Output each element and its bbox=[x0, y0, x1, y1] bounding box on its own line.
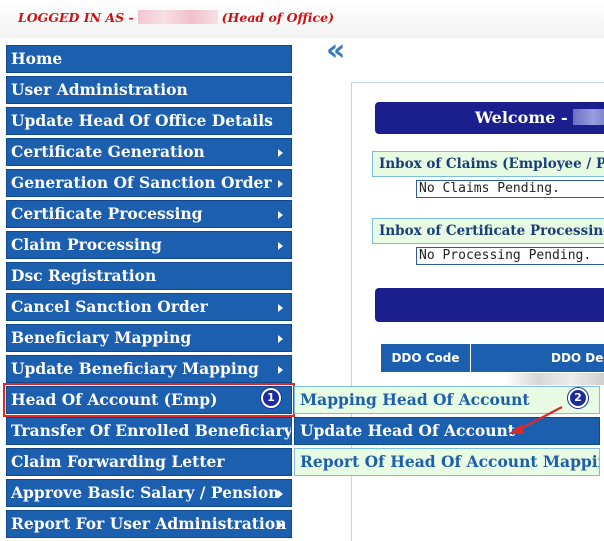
menu-item-label: Report For User Administration bbox=[11, 514, 287, 533]
menu-item-label: Generation Of Sanction Order bbox=[11, 173, 272, 192]
submenu-item-label: Mapping Head Of Account bbox=[300, 390, 530, 409]
submenu-arrow-icon bbox=[278, 366, 283, 374]
menu-item-certificate-processing[interactable]: Certificate Processing bbox=[6, 200, 292, 228]
menu-item-label: Transfer Of Enrolled Beneficiary bbox=[11, 421, 292, 440]
section-banner bbox=[375, 288, 604, 322]
submenu-item-label: Update Head Of Account bbox=[300, 421, 515, 440]
menu-item-claim-forwarding-letter[interactable]: Claim Forwarding Letter bbox=[6, 448, 292, 476]
step-badge-2: 2 bbox=[568, 388, 588, 408]
menu-item-label: Update Head Of Office Details bbox=[11, 111, 273, 130]
column-header-ddo-code: DDO Code bbox=[381, 344, 471, 372]
menu-item-approve-basic-salary[interactable]: Approve Basic Salary / Pension bbox=[6, 479, 292, 507]
menu-item-update-beneficiary-mapping[interactable]: Update Beneficiary Mapping bbox=[6, 355, 292, 383]
logged-in-prefix: LOGGED IN AS - bbox=[18, 10, 134, 25]
menu-item-transfer-enrolled-beneficiary[interactable]: Transfer Of Enrolled Beneficiary bbox=[6, 417, 292, 445]
collapse-sidebar-icon[interactable]: « bbox=[326, 36, 358, 66]
column-header-ddo-description: DDO De bbox=[551, 351, 604, 365]
redacted-username bbox=[137, 10, 218, 24]
sidebar-menu: Home User Administration Update Head Of … bbox=[3, 45, 295, 541]
red-pointer-arrow-icon bbox=[508, 406, 563, 434]
logged-in-label: LOGGED IN AS - (Head of Office) bbox=[18, 10, 334, 25]
submenu-arrow-icon bbox=[278, 242, 283, 250]
submenu-item-label: Report Of Head Of Account Mapping bbox=[300, 452, 600, 471]
submenu-arrow-icon bbox=[278, 490, 283, 498]
menu-item-report-user-administration[interactable]: Report For User Administration bbox=[6, 510, 292, 538]
user-role: (Head of Office) bbox=[221, 10, 335, 25]
submenu-item-report-head-of-account-mapping[interactable]: Report Of Head Of Account Mapping bbox=[294, 448, 600, 476]
menu-item-label: Dsc Registration bbox=[11, 266, 157, 285]
inbox-certificate-message: No Processing Pending. bbox=[416, 247, 604, 265]
menu-item-label: Beneficiary Mapping bbox=[11, 328, 192, 347]
menu-item-head-of-account-emp[interactable]: Head Of Account (Emp) bbox=[3, 383, 295, 417]
welcome-text: Welcome - bbox=[475, 108, 568, 127]
menu-item-beneficiary-mapping[interactable]: Beneficiary Mapping bbox=[6, 324, 292, 352]
menu-item-home[interactable]: Home bbox=[6, 45, 292, 73]
inbox-claims-header: Inbox of Claims (Employee / Pe bbox=[372, 151, 604, 177]
submenu-arrow-icon bbox=[278, 304, 283, 312]
inbox-certificate-header: Inbox of Certificate Processing bbox=[372, 218, 604, 244]
menu-item-label: Head Of Account (Emp) bbox=[11, 390, 218, 409]
submenu-arrow-icon bbox=[278, 180, 283, 188]
submenu-arrow-icon bbox=[278, 149, 283, 157]
redacted-table-row bbox=[505, 373, 604, 385]
menu-item-user-administration[interactable]: User Administration bbox=[6, 76, 292, 104]
menu-item-label: Home bbox=[11, 49, 63, 68]
inbox-claims-message: No Claims Pending. bbox=[416, 180, 604, 198]
step-badge-1: 1 bbox=[261, 388, 281, 408]
menu-item-label: Update Beneficiary Mapping bbox=[11, 359, 259, 378]
menu-item-dsc-registration[interactable]: Dsc Registration bbox=[6, 262, 292, 290]
menu-item-label: Claim Forwarding Letter bbox=[11, 452, 225, 471]
submenu-arrow-icon bbox=[278, 335, 283, 343]
menu-item-label: Approve Basic Salary / Pension bbox=[11, 483, 280, 502]
menu-item-label: Certificate Processing bbox=[11, 204, 203, 223]
redacted-name bbox=[573, 109, 604, 125]
submenu-arrow-icon bbox=[278, 211, 283, 219]
menu-item-certificate-generation[interactable]: Certificate Generation bbox=[6, 138, 292, 166]
welcome-banner: Welcome - bbox=[375, 102, 604, 134]
menu-item-label: Certificate Generation bbox=[11, 142, 205, 161]
menu-item-cancel-sanction-order[interactable]: Cancel Sanction Order bbox=[6, 293, 292, 321]
menu-item-label: User Administration bbox=[11, 80, 188, 99]
menu-item-claim-processing[interactable]: Claim Processing bbox=[6, 231, 292, 259]
menu-item-generation-of-sanction-order[interactable]: Generation Of Sanction Order bbox=[6, 169, 292, 197]
menu-item-label: Cancel Sanction Order bbox=[11, 297, 208, 316]
submenu-arrow-icon bbox=[278, 521, 283, 529]
top-bar: LOGGED IN AS - (Head of Office) bbox=[0, 0, 604, 38]
menu-item-update-head-of-office[interactable]: Update Head Of Office Details bbox=[6, 107, 292, 135]
ddo-table-header: DDO Code DDO De bbox=[381, 344, 604, 372]
menu-item-label: Claim Processing bbox=[11, 235, 162, 254]
